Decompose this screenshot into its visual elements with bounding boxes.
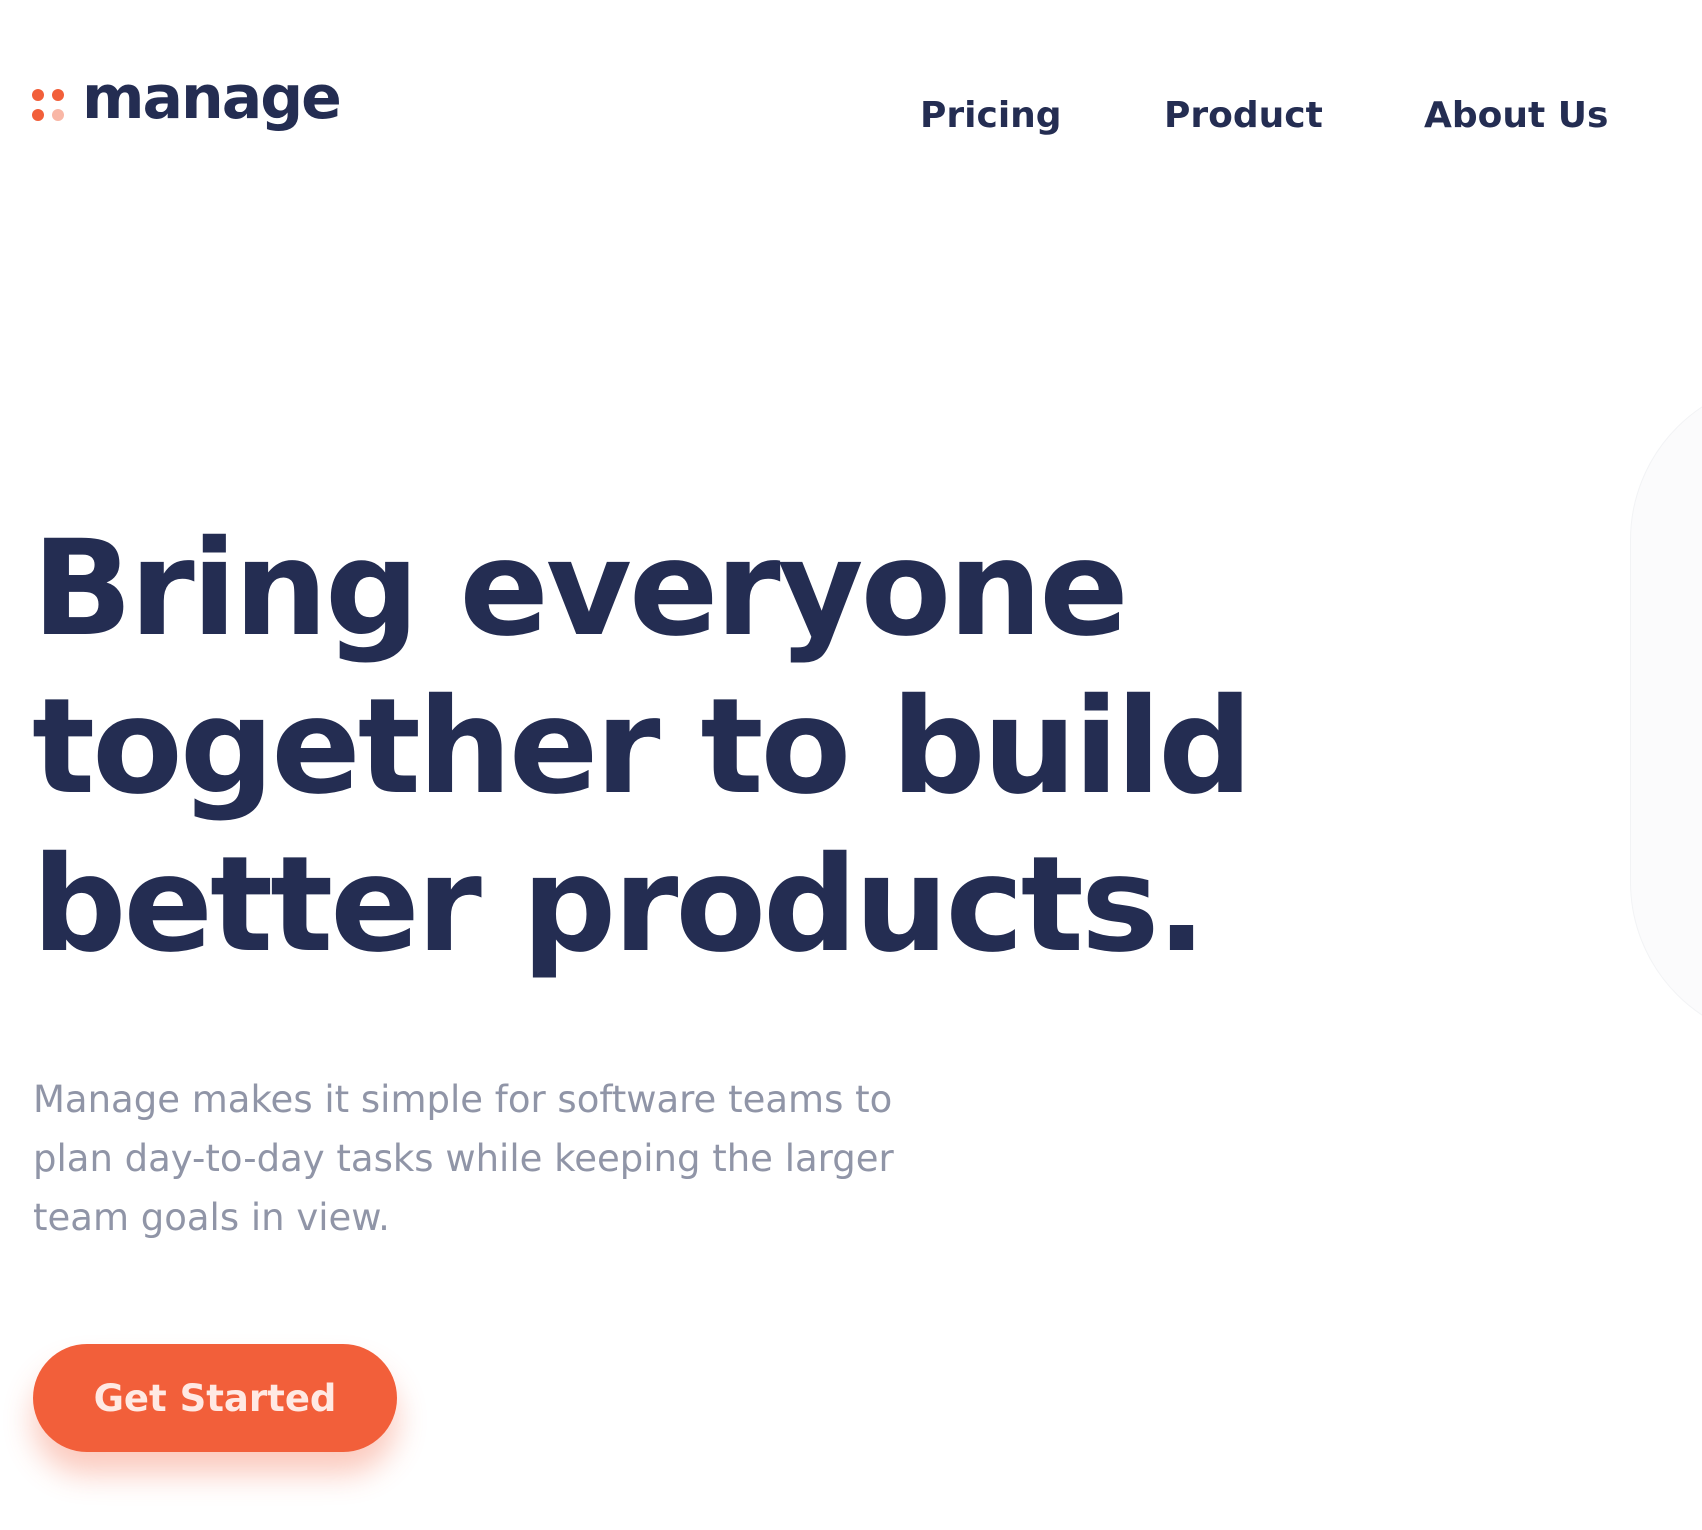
get-started-button[interactable]: Get Started [33,1344,397,1452]
hero-description: Manage makes it simple for software team… [33,1078,894,1239]
nav-link-pricing[interactable]: Pricing [920,88,1062,144]
landing-page: manage Pricing Product About Us Bring ev… [0,0,1702,1530]
logo-link[interactable]: manage [32,63,342,133]
logo-dot-icon [52,89,64,101]
nav-link-product[interactable]: Product [1164,88,1323,144]
logo-dot-icon [32,89,44,101]
logo-dot-icon [52,109,64,121]
decorative-shape [1630,380,1702,1042]
logo-mark-icon [32,89,64,121]
hero-title: Bring everyone together to build better … [32,512,1253,982]
nav-link-about-us[interactable]: About Us [1424,88,1608,144]
logo-dot-icon [32,109,44,121]
logo-wordmark: manage [82,63,342,133]
